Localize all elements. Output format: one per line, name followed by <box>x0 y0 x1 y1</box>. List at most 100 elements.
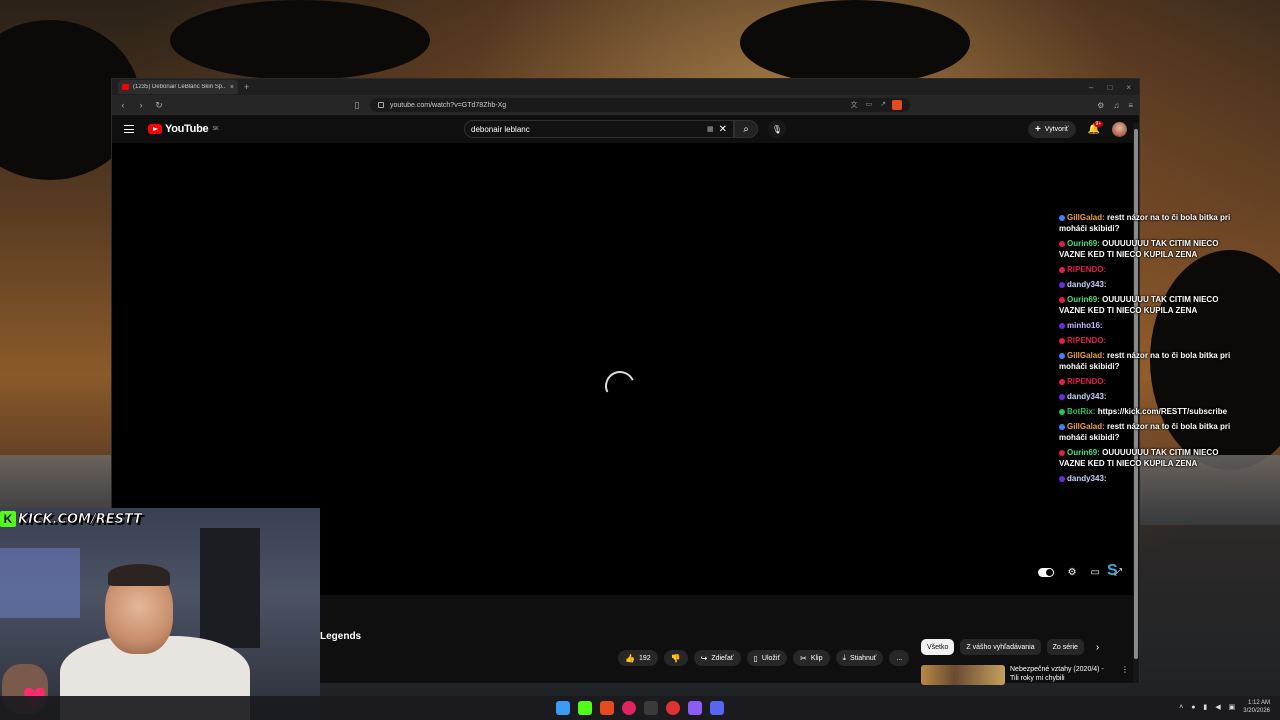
menu-icon[interactable]: ≡ <box>1128 101 1133 110</box>
youtube-logo[interactable]: YouTube SK <box>148 123 219 135</box>
chat-message: RIPENDO: <box>1059 376 1234 387</box>
settings-gear-icon[interactable]: ⚙ <box>1068 567 1077 578</box>
save-label: Uložiť <box>761 654 781 662</box>
chat-badge-icon <box>1059 240 1065 247</box>
chevron-up-icon[interactable]: ˄ <box>1179 704 1183 711</box>
video-title: Legends <box>320 631 362 642</box>
maximize-button[interactable]: □ <box>1107 83 1112 92</box>
forward-icon[interactable]: › <box>136 100 146 110</box>
notifications-button[interactable]: 🔔 9+ <box>1088 120 1104 135</box>
chat-message: Ourin69: OUUUUUUU TAK CITIM NIECO VAZNE … <box>1059 447 1234 469</box>
dislike-button[interactable]: 👎 <box>663 650 688 666</box>
chat-text: https://kick.com/RESTT/subscribe <box>1097 407 1228 416</box>
chat-badge-icon <box>1059 281 1065 288</box>
reload-icon[interactable]: ↻ <box>154 100 164 111</box>
search-button[interactable]: ⌕ <box>734 120 758 138</box>
chat-message: RIPENDO: <box>1059 264 1234 275</box>
chat-message: dandy343: <box>1059 279 1234 290</box>
cast-icon[interactable]: ▭ <box>866 100 873 110</box>
clip-label: Klip <box>810 654 823 662</box>
brave-shield-icon[interactable] <box>892 100 902 110</box>
pinned-app-icon[interactable] <box>622 701 636 715</box>
save-button[interactable]: ▯ Uložiť <box>746 650 788 666</box>
chip-from-search[interactable]: Z vášho vyhľadávania <box>960 639 1041 655</box>
bookmark-save-icon: ▯ <box>753 653 758 663</box>
share-icon[interactable]: ↗ <box>880 100 886 110</box>
chat-badge-icon <box>1059 475 1065 482</box>
chat-badge-icon <box>1059 266 1065 273</box>
more-actions-button[interactable]: ... <box>889 650 910 666</box>
recommendation-chips: Všetko Z vášho vyhľadávania Zo série › <box>921 639 1099 655</box>
recommendation-item[interactable]: Nebezpečné vztahy (2020/4) - Tili roky m… <box>921 665 1129 685</box>
chat-username: Ourin69: <box>1067 448 1100 457</box>
country-code: SK <box>212 126 219 132</box>
stream-chat-overlay: GillGalad: restt názor na to či bola bit… <box>1059 212 1234 488</box>
network-icon[interactable]: ▣ <box>1229 703 1236 711</box>
download-label: Stiahnuť <box>850 654 877 662</box>
chat-username: RIPENDO: <box>1067 336 1107 345</box>
chat-badge-icon <box>1059 408 1065 415</box>
kick-banner: K KICK.COM/RESTT <box>0 510 142 528</box>
chip-from-series[interactable]: Zo série <box>1046 639 1084 655</box>
chat-username: GillGalad: <box>1067 422 1105 431</box>
translate-icon[interactable]: 文 <box>851 100 858 110</box>
media-icon[interactable]: ♫ <box>1113 101 1119 110</box>
recommendation-thumbnail[interactable] <box>921 665 1005 685</box>
like-button[interactable]: 👍 192 <box>618 650 658 666</box>
kick-app-icon[interactable] <box>578 701 592 715</box>
discord-icon[interactable] <box>710 701 724 715</box>
avatar[interactable] <box>1112 121 1127 137</box>
brave-browser-icon[interactable] <box>600 701 614 715</box>
voice-search-button[interactable]: 🎙 <box>768 120 786 138</box>
chat-username: dandy343: <box>1067 392 1107 401</box>
windows-start-icon[interactable] <box>556 701 570 715</box>
address-bar[interactable]: youtube.com/watch?v=GTd78Zhb-Xg 文 ▭ ↗ <box>370 98 910 112</box>
pinned-app-icon[interactable] <box>644 701 658 715</box>
chip-all[interactable]: Všetko <box>921 639 955 655</box>
extensions-icon[interactable]: ⚙ <box>1097 101 1104 110</box>
chat-badge-icon <box>1059 214 1065 221</box>
bookmark-icon[interactable]: ▯ <box>352 100 362 111</box>
keyboard-icon[interactable]: ▦ <box>707 125 714 133</box>
more-vert-icon[interactable]: ⋮ <box>1121 665 1129 685</box>
back-icon[interactable]: ‹ <box>118 100 128 110</box>
recommendation-title[interactable]: Nebezpečné vztahy (2020/4) - Tili roky m… <box>1010 665 1110 685</box>
pinned-app-icon[interactable] <box>666 701 680 715</box>
chat-username: dandy343: <box>1067 280 1107 289</box>
close-window-button[interactable]: × <box>1126 83 1131 92</box>
system-tray: ˄ ● ▮ ◀ ▣ 1:12 AM 3/20/2026 <box>1179 699 1270 715</box>
browser-tab[interactable]: (1235) Debonair LeBlanc Skin Sp... × <box>118 80 238 94</box>
header-right: + Vytvoriť 🔔 9+ <box>1027 120 1127 138</box>
chat-username: GillGalad: <box>1067 351 1105 360</box>
streamer-hair <box>108 564 170 586</box>
hamburger-menu-icon[interactable] <box>124 125 134 133</box>
theater-mode-icon[interactable]: ▭ <box>1091 567 1100 578</box>
chat-badge-icon <box>1059 393 1065 400</box>
chat-username: minho16: <box>1067 321 1103 330</box>
kick-url-text: KICK.COM/RESTT <box>18 511 143 527</box>
microphone-tray-icon[interactable]: ▮ <box>1203 703 1207 711</box>
download-button[interactable]: ⤓ Stiahnuť <box>835 650 884 666</box>
taskbar-clock[interactable]: 1:12 AM 3/20/2026 <box>1243 699 1270 715</box>
chevron-right-icon[interactable]: › <box>1096 642 1099 653</box>
pinned-app-icon[interactable] <box>688 701 702 715</box>
create-button[interactable]: + Vytvoriť <box>1027 120 1076 138</box>
site-info-icon[interactable] <box>378 102 384 108</box>
palm-silhouette <box>170 0 430 80</box>
search-input[interactable]: debonair leblanc ▦ ✕ <box>464 120 734 138</box>
chat-badge-icon <box>1059 322 1065 329</box>
plus-icon: + <box>1034 123 1041 135</box>
new-tab-button[interactable]: + <box>244 82 249 92</box>
share-button[interactable]: ↪ Zdieľať <box>693 650 741 666</box>
autoplay-toggle[interactable] <box>1037 568 1054 577</box>
close-tab-icon[interactable]: × <box>230 84 234 91</box>
minimize-button[interactable]: – <box>1089 83 1093 92</box>
tray-app-icon[interactable]: ● <box>1191 704 1195 711</box>
microphone-icon: 🎙 <box>771 124 783 134</box>
speaker-icon[interactable]: ◀ <box>1215 703 1220 711</box>
video-actions: 👍 192 👎 ↪ Zdieľať ▯ Uložiť ✂ Klip ⤓ Stia… <box>618 650 910 666</box>
chat-message: Ourin69: OUUUUUUU TAK CITIM NIECO VAZNE … <box>1059 238 1234 260</box>
clear-search-icon[interactable]: ✕ <box>719 124 727 135</box>
thumbs-down-icon: 👎 <box>670 653 681 663</box>
clip-button[interactable]: ✂ Klip <box>793 650 830 666</box>
